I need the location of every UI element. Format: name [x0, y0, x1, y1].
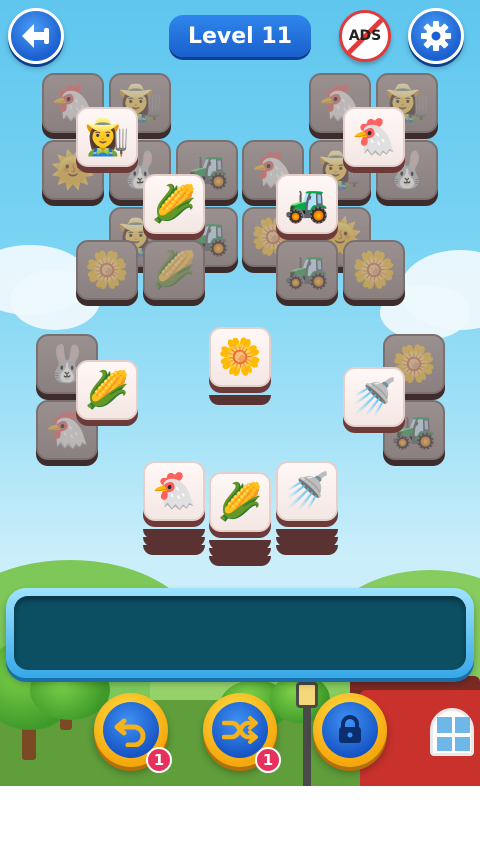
undo-count-badge: 1: [146, 747, 172, 773]
tile-corn[interactable]: 🌽: [76, 360, 138, 426]
settings-button[interactable]: [408, 8, 464, 64]
tile-watering-can[interactable]: 🚿: [343, 367, 405, 433]
tile-corn[interactable]: 🌽: [209, 472, 271, 566]
barn-window: [430, 708, 474, 756]
tray-slots: [14, 596, 466, 670]
undo-button[interactable]: 1: [94, 693, 172, 773]
back-button[interactable]: [8, 8, 64, 64]
tile-watering-can[interactable]: 🚿: [276, 461, 338, 555]
tile-tractor[interactable]: 🚜: [276, 174, 338, 240]
lamp-head: [296, 682, 318, 708]
shuffle-count-badge: 1: [255, 747, 281, 773]
tile-farmer[interactable]: 👩‍🌾: [76, 107, 138, 173]
tile-chicken[interactable]: 🐔: [143, 461, 205, 555]
level-label: Level 11: [187, 23, 293, 49]
shuffle-icon: [222, 716, 258, 744]
lock-icon: [339, 715, 361, 743]
tile-flower: 🌼: [343, 240, 405, 306]
tile-corn: 🌽: [143, 240, 205, 306]
back-arrow-icon: [22, 24, 49, 48]
tile-flower: 🌼: [76, 240, 138, 306]
shuffle-button[interactable]: 1: [203, 693, 281, 773]
tile-chicken[interactable]: 🐔: [343, 107, 405, 173]
ads-label: ADS: [348, 28, 382, 44]
gear-icon: [421, 21, 451, 51]
remove-ads-button[interactable]: ADS: [339, 10, 391, 62]
undo-icon: [114, 718, 146, 747]
tile-tray: [6, 588, 474, 678]
tile-flower[interactable]: 🌼: [209, 327, 271, 405]
level-indicator: Level 11: [169, 15, 311, 57]
bottom-blank-area: [0, 786, 480, 853]
locked-powerup-button[interactable]: [313, 693, 387, 767]
tile-corn[interactable]: 🌽: [143, 174, 205, 240]
tile-tractor: 🚜: [276, 240, 338, 306]
lamp-post: [303, 700, 311, 786]
game-board: Level 11 ADS 🐔 👩‍🌾 🌞 🐰 🚜 👩‍🌾 🚜 �: [0, 0, 480, 786]
